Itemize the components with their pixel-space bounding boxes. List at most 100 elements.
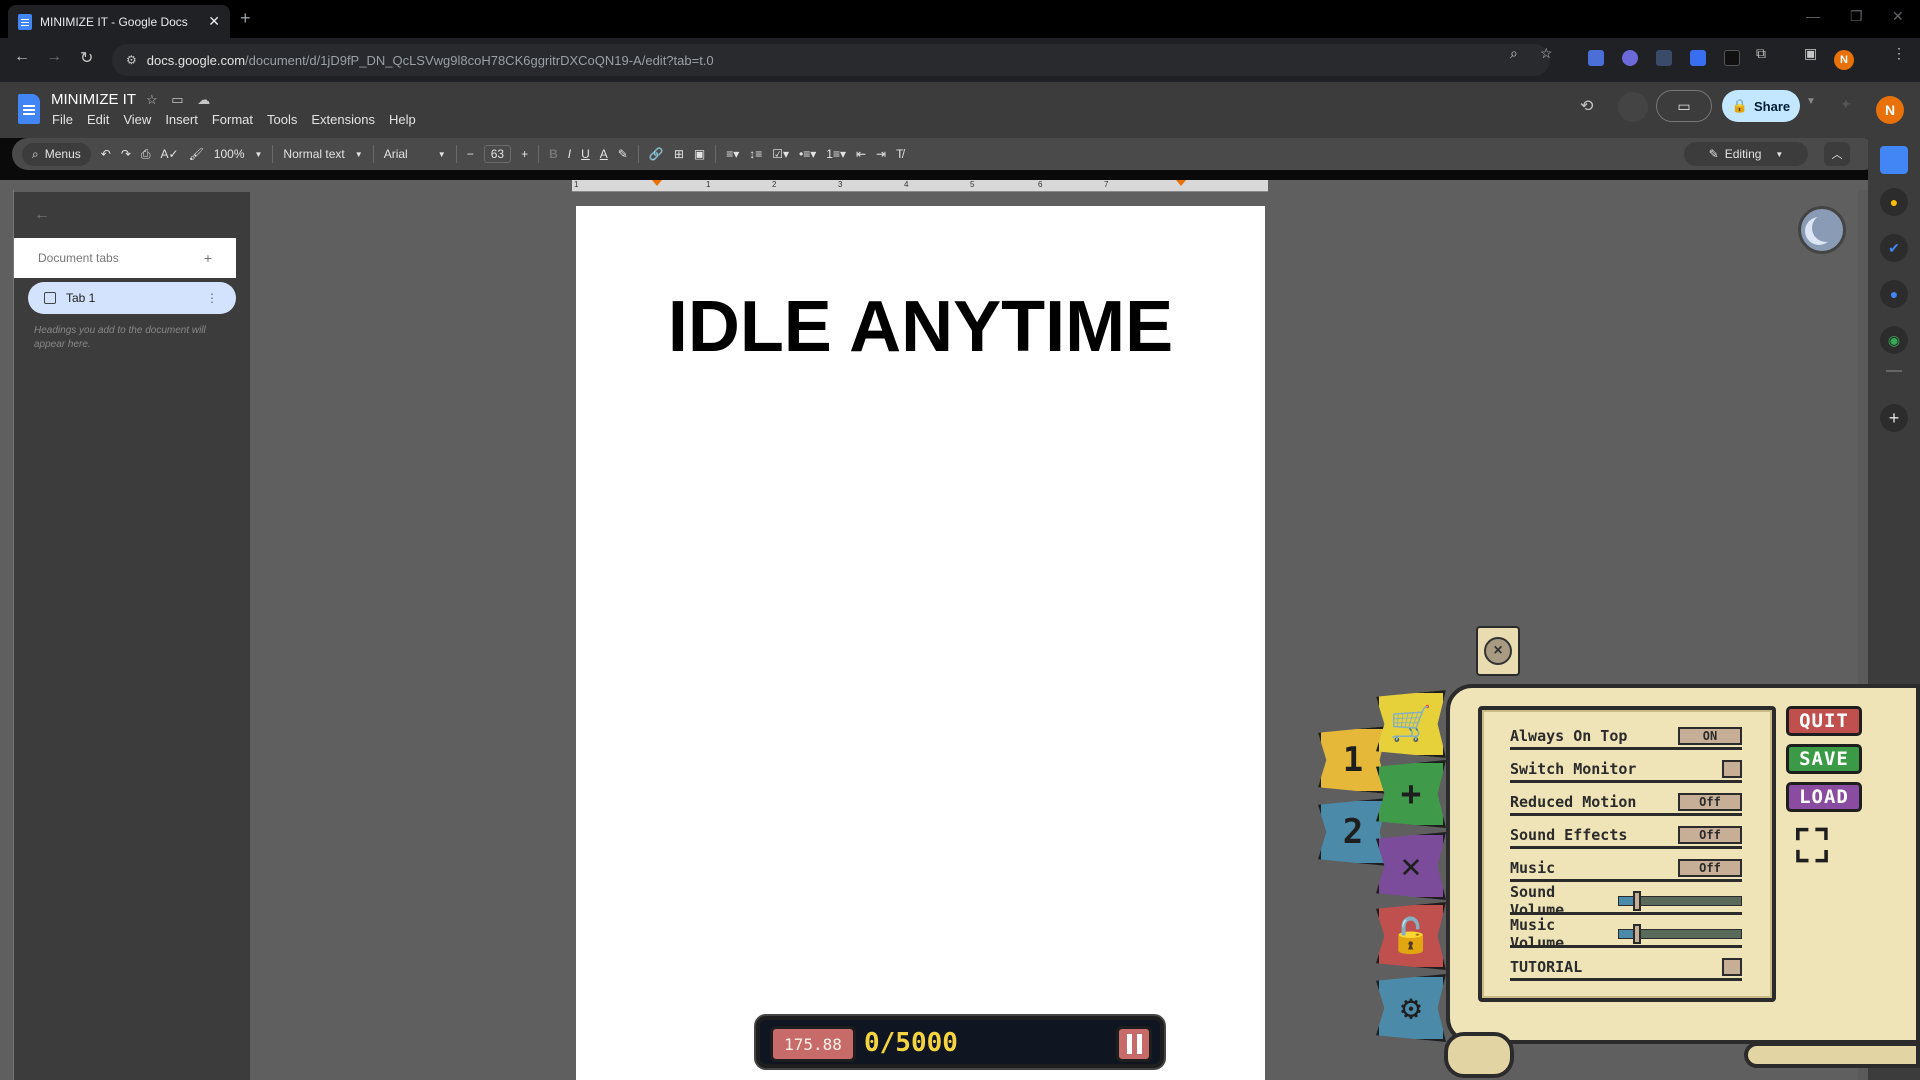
setting-checkbox[interactable] (1722, 759, 1742, 778)
document-tab-1[interactable]: Tab 1 ⋮ (28, 282, 236, 314)
add-tab-icon[interactable]: + (204, 250, 212, 266)
volume-slider[interactable] (1618, 923, 1742, 944)
setting-checkbox[interactable] (1722, 957, 1742, 976)
contacts-icon[interactable]: ● (1880, 280, 1908, 308)
back-arrow-icon[interactable]: ← (34, 206, 50, 224)
menu-edit[interactable]: Edit (87, 112, 109, 127)
address-bar[interactable]: ⚙ docs.google.com/document/d/1jD9fP_DN_Q… (112, 44, 1550, 76)
font-select[interactable]: Arial ▼ (384, 147, 446, 161)
docs-logo-icon[interactable] (18, 94, 40, 124)
hide-menus-button[interactable]: ︿ (1824, 142, 1850, 166)
numbered-list-icon[interactable]: 1≡▾ (826, 147, 846, 161)
document-page[interactable]: IDLE ANYTIME (576, 206, 1265, 1080)
gemini-icon[interactable]: ✦ (1840, 96, 1852, 113)
meet-button[interactable]: ▭ (1656, 90, 1712, 122)
extension-icon[interactable] (1588, 50, 1604, 66)
calendar-icon[interactable] (1880, 146, 1908, 174)
style-select[interactable]: Normal text ▼ (283, 147, 362, 161)
increase-font-size-icon[interactable]: + (521, 147, 528, 161)
save-button[interactable]: SAVE (1786, 744, 1862, 774)
zoom-icon[interactable]: ⌕ (1510, 45, 1518, 62)
close-tab-icon[interactable]: ✕ (208, 13, 220, 30)
add-addon-icon[interactable]: + (1880, 404, 1908, 432)
highlight-icon[interactable]: ✎ (618, 147, 628, 161)
document-title[interactable]: MINIMIZE IT (51, 91, 136, 108)
menu-insert[interactable]: Insert (165, 112, 198, 127)
setting-toggle[interactable]: Off (1678, 858, 1742, 877)
bulleted-list-icon[interactable]: •≡▾ (799, 147, 816, 161)
underline-icon[interactable]: U (581, 147, 590, 161)
add-comment-icon[interactable]: ⊞ (674, 147, 684, 161)
dark-mode-toggle[interactable] (1798, 206, 1846, 254)
increase-indent-icon[interactable]: ⇥ (876, 147, 886, 161)
share-button[interactable]: 🔒 Share (1722, 90, 1800, 122)
bookmark-star-icon[interactable]: ☆ (1540, 45, 1553, 62)
menu-format[interactable]: Format (212, 112, 253, 127)
setting-toggle[interactable]: Off (1678, 792, 1742, 811)
star-icon[interactable]: ☆ (146, 92, 158, 107)
right-indent-marker-icon[interactable] (1176, 180, 1186, 186)
profile-avatar[interactable]: N (1834, 50, 1854, 70)
forward-icon[interactable]: → (46, 48, 62, 66)
extension-icon[interactable] (1622, 50, 1638, 66)
text-color-icon[interactable]: A (600, 147, 608, 161)
site-info-icon[interactable]: ⚙ (126, 53, 137, 67)
game-tab-multiply[interactable]: ✕ (1376, 832, 1446, 900)
game-tab-number-one[interactable]: 1 (1318, 726, 1388, 794)
print-icon[interactable]: ⎙ (141, 147, 151, 162)
extension-icon[interactable] (1656, 50, 1672, 66)
slider-knob[interactable] (1633, 923, 1642, 944)
search-menus-button[interactable]: ⌕ Menus (22, 142, 91, 166)
checklist-icon[interactable]: ☑▾ (772, 147, 789, 161)
close-window-icon[interactable]: ✕ (1892, 8, 1904, 25)
bold-icon[interactable]: B (549, 147, 558, 161)
load-button[interactable]: LOAD (1786, 782, 1862, 812)
menu-view[interactable]: View (123, 112, 151, 127)
slider-knob[interactable] (1633, 890, 1642, 911)
redo-icon[interactable]: ↷ (121, 147, 131, 161)
undo-icon[interactable]: ↶ (101, 147, 111, 161)
extension-icon[interactable] (1690, 50, 1706, 66)
volume-slider[interactable] (1618, 890, 1742, 911)
game-tab-cart[interactable]: 🛒 (1376, 690, 1446, 758)
move-folder-icon[interactable]: ▭ (171, 92, 183, 107)
editing-mode-button[interactable]: ✎ Editing ▼ (1684, 142, 1808, 166)
italic-icon[interactable]: I (568, 147, 571, 161)
side-panel-icon[interactable]: ▣ (1804, 45, 1817, 62)
tab-options-icon[interactable]: ⋮ (206, 291, 218, 305)
decrease-indent-icon[interactable]: ⇤ (856, 147, 866, 161)
browser-tab[interactable]: MINIMIZE IT - Google Docs ✕ (8, 5, 230, 38)
fullscreen-expand-icon[interactable]: ⛶ (1790, 823, 1834, 869)
minimize-window-icon[interactable]: — (1806, 8, 1820, 24)
game-tab-plus[interactable]: + (1376, 760, 1446, 828)
font-size-input[interactable]: 63 (483, 145, 512, 163)
account-avatar[interactable]: N (1876, 96, 1904, 124)
indent-marker-icon[interactable] (652, 180, 662, 186)
menu-extensions[interactable]: Extensions (311, 112, 375, 127)
menu-tools[interactable]: Tools (267, 112, 297, 127)
line-spacing-icon[interactable]: ↕≡ (749, 147, 762, 161)
decrease-font-size-icon[interactable]: − (467, 147, 474, 161)
tasks-icon[interactable]: ✔ (1880, 234, 1908, 262)
horizontal-ruler[interactable]: 1 1 2 3 4 5 6 7 (572, 180, 1268, 192)
game-tab-gear[interactable]: ⚙ (1376, 974, 1446, 1042)
maps-icon[interactable]: ◉ (1880, 326, 1908, 354)
align-icon[interactable]: ≡▾ (726, 147, 739, 161)
game-tab-number-two[interactable]: 2 (1318, 798, 1388, 866)
new-tab-icon[interactable]: + (240, 8, 251, 29)
page-heading[interactable]: IDLE ANYTIME (576, 286, 1265, 368)
menu-help[interactable]: Help (389, 112, 416, 127)
insert-link-icon[interactable]: 🔗 (649, 147, 664, 161)
pause-button[interactable] (1116, 1026, 1152, 1062)
restore-window-icon[interactable]: ❐ (1850, 8, 1863, 25)
extension-icon[interactable] (1724, 50, 1740, 66)
paint-format-icon[interactable]: 🖌 (189, 147, 204, 161)
clear-formatting-icon[interactable]: T̸ (896, 147, 903, 161)
quit-button[interactable]: QUIT (1786, 706, 1862, 736)
game-close-tag[interactable]: × (1476, 626, 1520, 676)
spellcheck-icon[interactable]: A✓ (161, 147, 179, 161)
zoom-select[interactable]: 100% ▼ (214, 147, 263, 161)
setting-toggle[interactable]: ON (1678, 726, 1742, 745)
game-tab-unlock[interactable]: 🔓 (1376, 902, 1446, 970)
comments-icon[interactable] (1618, 92, 1648, 122)
